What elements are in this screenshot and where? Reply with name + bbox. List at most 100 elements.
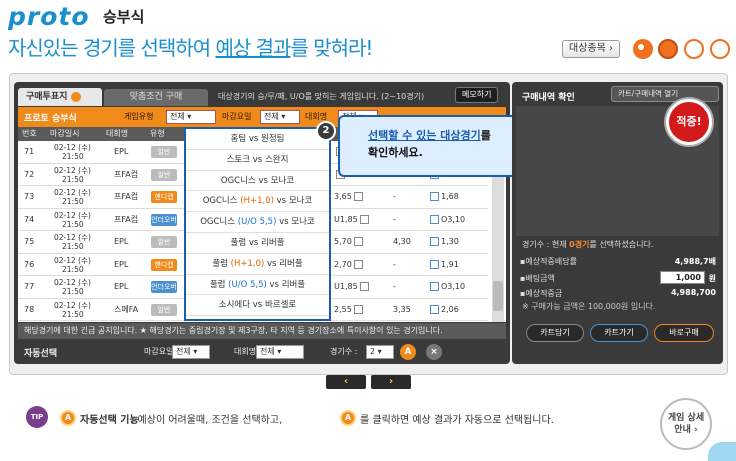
row-date-day: 02-12 (수)	[54, 278, 91, 287]
category-label: 대상종목	[569, 43, 606, 54]
odds-value: 1,68	[441, 192, 459, 201]
bet-amount-input[interactable]: 1,000	[660, 271, 705, 284]
selection-count: 경기수 : 현재 0경기를 선택하셨습니다.	[522, 239, 653, 250]
buy-now-button[interactable]: 바로구매	[654, 324, 714, 342]
dropdown-option[interactable]: 소시에다 vs 바르셀로	[186, 295, 329, 317]
dropdown-option[interactable]: 풀럼 vs 리버풀	[186, 233, 329, 254]
row-date: 02-12 (수) 21:50	[54, 301, 91, 319]
row-lose[interactable]: 1,68	[430, 186, 459, 208]
row-number: 75	[24, 237, 35, 246]
row-draw[interactable]: -	[393, 209, 396, 231]
row-date-day: 02-12 (수)	[54, 188, 91, 197]
win-checkbox[interactable]	[359, 214, 369, 224]
auto-select-label: 자동선택	[24, 349, 58, 359]
row-lose[interactable]: 1,91	[430, 254, 459, 276]
filter-label-type: 게임유형	[124, 112, 154, 121]
home-team: OGC니스	[200, 217, 236, 228]
row-win[interactable]: U1,85	[334, 209, 369, 231]
dropdown-option[interactable]: 스토크 vs 스완지	[186, 150, 329, 171]
row-date: 02-12 (수) 21:50	[54, 256, 91, 274]
lose-checkbox[interactable]	[430, 282, 439, 291]
away-team: 모나코	[270, 175, 295, 186]
row-date: 02-12 (수) 21:50	[54, 188, 91, 206]
prev-button[interactable]: ‹	[326, 375, 366, 389]
home-team: 풀럼	[212, 258, 228, 269]
corner-decoration	[708, 442, 736, 461]
win-checkbox[interactable]	[359, 282, 369, 291]
row-lose[interactable]: O3,10	[430, 276, 465, 298]
vs-label: vs	[269, 279, 279, 290]
tab-custom-purchase[interactable]: 맞춤조건 구매	[104, 89, 208, 106]
row-win[interactable]: 2,70	[334, 254, 363, 276]
row-draw[interactable]: -	[393, 254, 396, 276]
help-icon[interactable]	[70, 91, 81, 102]
dropdown-option[interactable]: 풀럼 (U/O 5,5) vs 리버풀	[186, 275, 329, 296]
game-type-title: 승부식	[103, 8, 145, 26]
tip-text: : 예상이 어려울때, 조건을 선택하고,	[131, 415, 283, 426]
row-win[interactable]: 2,55	[334, 299, 363, 321]
detail-line2: 안내 ›	[674, 425, 698, 435]
row-draw[interactable]: 3,35	[393, 299, 411, 321]
lose-checkbox[interactable]	[430, 192, 439, 201]
soccer-ball-icon[interactable]	[633, 39, 653, 59]
auto-day-select[interactable]: 전체 ▾	[172, 345, 210, 359]
lose-checkbox[interactable]	[430, 214, 439, 224]
emergency-notice: 해당경기에 대한 긴급 공지입니다. ★ 해당경기는 중립경기장 및 제3구장,…	[18, 323, 506, 339]
odds-value: U1,85	[334, 282, 358, 291]
add-to-cart-button[interactable]: 카트담기	[526, 324, 584, 342]
row-number: 74	[24, 214, 35, 224]
filter-select-day[interactable]: 전체 ▾	[260, 110, 300, 124]
row-lose[interactable]: 1,30	[430, 231, 459, 253]
reset-icon[interactable]: ×	[426, 344, 442, 360]
memo-button[interactable]: 메모하기	[455, 87, 499, 103]
baseball-icon[interactable]	[684, 39, 704, 59]
row-lose[interactable]: 2,06	[430, 299, 459, 321]
lose-checkbox[interactable]	[430, 259, 439, 269]
row-win[interactable]: 3,65	[334, 186, 363, 208]
game-detail-button[interactable]: 게임 상세 안내 ›	[660, 398, 712, 450]
row-draw[interactable]: -	[393, 276, 396, 298]
lose-checkbox[interactable]	[430, 304, 439, 314]
win-checkbox[interactable]	[353, 192, 363, 201]
match-dropdown[interactable]: 홈팀 vs 원정팀 스토크 vs 스완지 OGC니스 vs 모나코 OGC니스 (H+…	[184, 127, 331, 321]
filter-select-type[interactable]: 전체 ▾	[166, 110, 216, 124]
away-team: 모나코	[291, 217, 315, 228]
auto-league-select[interactable]: 전체 ▾	[256, 345, 304, 359]
row-date: 02-12 (수) 21:50	[54, 233, 91, 251]
row-number: 71	[24, 147, 35, 156]
basketball-icon[interactable]	[658, 39, 678, 59]
row-league: 프FA컵	[114, 192, 139, 201]
go-cart-button[interactable]: 카트가기	[590, 324, 648, 342]
row-lose[interactable]: O3,10	[430, 209, 465, 231]
proto-logo: proto	[8, 2, 90, 31]
row-draw[interactable]: -	[393, 186, 396, 208]
col-league: 대회명	[106, 129, 129, 138]
vs-label: vs	[248, 134, 259, 144]
tab-purchase-sheet[interactable]: 구매투표지	[18, 88, 102, 106]
next-button[interactable]: ›	[371, 375, 411, 389]
auto-select-button[interactable]: A	[400, 344, 416, 360]
scrollbar-thumb[interactable]	[493, 281, 503, 311]
win-checkbox[interactable]	[353, 259, 363, 269]
category-button[interactable]: 대상종목 ›	[562, 40, 620, 58]
win-checkbox[interactable]	[353, 304, 363, 314]
volleyball-icon[interactable]	[710, 39, 730, 59]
vs-label: vs	[252, 154, 263, 165]
cart-history-button[interactable]: 카트/구매내역 열기	[611, 86, 719, 102]
dropdown-option[interactable]: OGC니스 (H+1,0) vs 모나코	[186, 191, 329, 213]
row-draw[interactable]: 4,30	[393, 231, 411, 253]
row-date: 02-12 (수) 21:50	[54, 143, 91, 161]
win-checkbox[interactable]	[353, 237, 363, 246]
lose-checkbox[interactable]	[430, 237, 439, 246]
row-win[interactable]: U1,85	[334, 276, 369, 298]
dropdown-option[interactable]: 홈팀 vs 원정팀	[186, 129, 329, 150]
row-win[interactable]: 5,70	[334, 231, 363, 253]
count-pre: 경기수 : 현재	[522, 240, 570, 249]
dropdown-option[interactable]: OGC니스 vs 모나코	[186, 171, 329, 192]
dropdown-option[interactable]: OGC니스 (U/O 5,5) vs 모나코	[186, 212, 329, 233]
home-team: 풀럼	[230, 238, 247, 248]
dropdown-option[interactable]: 풀럼 (H+1,0) vs 리버풀	[186, 254, 329, 275]
row-type-badge: 일반	[151, 303, 177, 316]
handicap-tag: (H+1,0)	[230, 258, 265, 269]
auto-count-select[interactable]: 2 ▾	[366, 345, 394, 359]
